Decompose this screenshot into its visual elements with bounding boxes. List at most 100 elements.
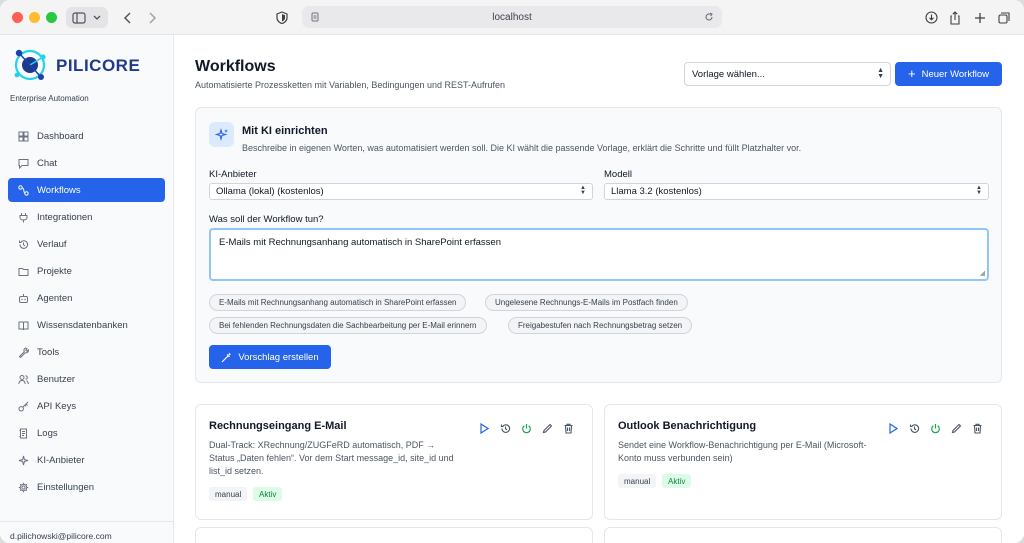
edit-workflow-button[interactable]: [541, 422, 553, 434]
sidebar-icon: [72, 11, 86, 24]
tabs-icon: [998, 11, 1010, 24]
sidebar-item-einstellungen[interactable]: Einstellungen: [8, 475, 165, 499]
toggle-workflow-button[interactable]: [929, 422, 941, 434]
sidebar-item-label: KI-Anbieter: [37, 454, 85, 466]
resize-handle-icon[interactable]: ◢: [980, 269, 985, 277]
pencil-icon: [542, 423, 552, 433]
suggestion-chip[interactable]: Freigabestufen nach Rechnungsbetrag setz…: [508, 317, 693, 334]
page-icon: [311, 12, 319, 22]
workflow-card[interactable]: Outlook Benachrichtigung Sendet eine Wor…: [604, 404, 1002, 520]
sidebar-item-projekte[interactable]: Projekte: [8, 259, 165, 283]
plus-icon: +: [908, 66, 916, 81]
download-icon: [924, 11, 938, 24]
back-button[interactable]: [118, 7, 138, 28]
pencil-icon: [951, 423, 961, 433]
history-icon: [909, 423, 919, 433]
ai-setup-panel: Mit KI einrichten Beschreibe in eigenen …: [195, 107, 1002, 383]
grid-icon: [18, 131, 28, 141]
suggestion-chip[interactable]: Bei fehlenden Rechnungsdaten die Sachbea…: [209, 317, 487, 334]
close-window-button[interactable]: [12, 12, 23, 23]
reload-icon[interactable]: [704, 12, 714, 22]
browser-window: localhost PILICORE Enterprise Automation…: [0, 0, 1024, 543]
workflow-history-button[interactable]: [908, 422, 920, 434]
updown-chevron-icon: ▲ ▼: [580, 185, 586, 196]
new-tab-button[interactable]: [970, 7, 990, 28]
workflow-description: Sendet eine Workflow-Benachrichtigung pe…: [618, 440, 867, 463]
privacy-shield-button[interactable]: [272, 7, 292, 28]
ai-panel-title: Mit KI einrichten: [242, 125, 328, 137]
status-badge: Aktiv: [253, 487, 283, 501]
plug-icon: [19, 212, 27, 222]
prompt-label: Was soll der Workflow tun?: [209, 214, 324, 225]
sidebar-item-label: Wissensdatenbanken: [37, 319, 128, 331]
template-select[interactable]: Vorlage wählen... ▲ ▼: [684, 62, 891, 86]
run-workflow-button[interactable]: [887, 422, 899, 434]
delete-workflow-button[interactable]: [971, 422, 983, 434]
workflow-actions: [478, 422, 574, 434]
sidebar-item-logs[interactable]: Logs: [8, 421, 165, 445]
share-button[interactable]: [945, 7, 965, 28]
url-text: localhost: [492, 11, 532, 23]
sidebar-item-dashboard[interactable]: Dashboard: [8, 124, 165, 148]
page-title: Workflows: [195, 58, 276, 75]
workflow-actions: [887, 422, 983, 434]
main-content: Workflows Automatisierte Prozessketten m…: [174, 35, 1024, 543]
delete-workflow-button[interactable]: [562, 422, 574, 434]
ai-panel-description: Beschreibe in eigenen Worten, was automa…: [242, 143, 802, 153]
chat-icon: [18, 158, 28, 169]
sidebar-item-api-keys[interactable]: API Keys: [8, 394, 165, 418]
suggestion-chip[interactable]: E-Mails mit Rechnungsanhang automatisch …: [209, 294, 467, 311]
power-icon: [930, 423, 940, 433]
ai-sparkles-icon: [209, 122, 234, 147]
workflow-history-button[interactable]: [499, 422, 511, 434]
sidebar-item-verlauf[interactable]: Verlauf: [8, 232, 165, 256]
sidebar-item-chat[interactable]: Chat: [8, 151, 165, 175]
workflow-card[interactable]: [195, 527, 593, 543]
sparkle-icon: [18, 455, 28, 465]
new-workflow-button[interactable]: + Neuer Workflow: [895, 62, 1002, 86]
plus-icon: [975, 12, 985, 23]
sidebar: PILICORE Enterprise Automation Dashboard…: [0, 35, 174, 543]
sidebar-toggle-button[interactable]: [66, 7, 108, 28]
run-workflow-button[interactable]: [478, 422, 490, 434]
create-suggestion-button[interactable]: Vorschlag erstellen: [209, 345, 331, 369]
workflow-description: Dual-Track: XRechnung/ZUGFeRD automatisc…: [209, 440, 454, 476]
workflow-prompt-textarea[interactable]: E-Mails mit Rechnungsanhang automatisch …: [209, 228, 989, 281]
workflow-card[interactable]: [604, 527, 1002, 543]
sidebar-nav: Dashboard Chat Workflows Integrationen V…: [8, 124, 165, 502]
history-icon: [18, 239, 28, 249]
sidebar-item-label: Workflows: [37, 184, 81, 196]
sidebar-item-label: Einstellungen: [37, 481, 95, 493]
sidebar-item-workflows[interactable]: Workflows: [8, 178, 165, 202]
template-select-value: Vorlage wählen...: [692, 68, 765, 80]
tab-overview-button[interactable]: [994, 7, 1014, 28]
address-bar[interactable]: localhost: [302, 6, 722, 28]
suggestion-chip[interactable]: Ungelesene Rechnungs-E-Mails im Postfach…: [485, 294, 688, 311]
sidebar-item-wissensdatenbanken[interactable]: Wissensdatenbanken: [8, 313, 165, 337]
sidebar-item-label: Verlauf: [37, 238, 67, 250]
updown-chevron-icon: ▲ ▼: [877, 67, 884, 80]
sidebar-item-label: Logs: [37, 427, 58, 439]
workflow-card[interactable]: Rechnungseingang E-Mail Dual-Track: XRec…: [195, 404, 593, 520]
sidebar-item-agenten[interactable]: Agenten: [8, 286, 165, 310]
sidebar-item-integrationen[interactable]: Integrationen: [8, 205, 165, 229]
power-icon: [521, 423, 531, 433]
provider-select[interactable]: Ollama (lokal) (kostenlos) ▲ ▼: [209, 183, 593, 200]
sidebar-item-benutzer[interactable]: Benutzer: [8, 367, 165, 391]
sidebar-item-tools[interactable]: Tools: [8, 340, 165, 364]
user-email[interactable]: d.pilichowski@pilicore.com: [0, 521, 173, 543]
forward-button[interactable]: [142, 7, 162, 28]
book-icon: [18, 321, 28, 330]
status-badge: Aktiv: [662, 474, 692, 488]
edit-workflow-button[interactable]: [950, 422, 962, 434]
key-icon: [18, 401, 28, 412]
toggle-workflow-button[interactable]: [520, 422, 532, 434]
downloads-button[interactable]: [921, 7, 941, 28]
model-select[interactable]: Llama 3.2 (kostenlos) ▲ ▼: [604, 183, 989, 200]
sidebar-item-ki-anbieter[interactable]: KI-Anbieter: [8, 448, 165, 472]
bot-icon: [18, 293, 28, 303]
zoom-window-button[interactable]: [46, 12, 57, 23]
minimize-window-button[interactable]: [29, 12, 40, 23]
create-suggestion-label: Vorschlag erstellen: [238, 351, 319, 363]
chevron-down-icon: [93, 15, 101, 20]
